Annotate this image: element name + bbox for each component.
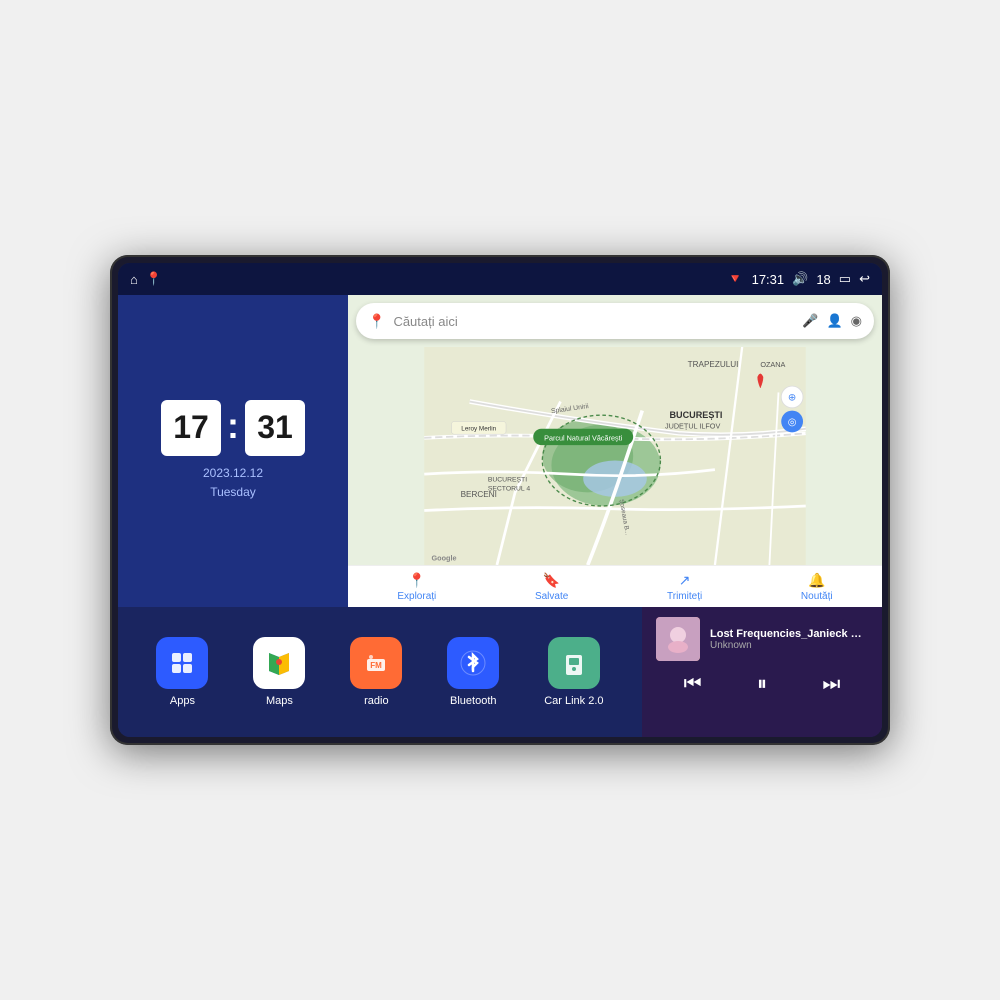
bluetooth-label: Bluetooth bbox=[450, 695, 496, 707]
maps-label: Maps bbox=[266, 695, 293, 707]
apps-label: Apps bbox=[170, 695, 195, 707]
map-nav-explore[interactable]: 📍 Explorați bbox=[397, 572, 436, 602]
news-icon: 🔔 bbox=[808, 572, 825, 589]
send-label: Trimiteți bbox=[667, 591, 702, 602]
app-item-carlink[interactable]: Car Link 2.0 bbox=[544, 637, 603, 707]
clock-minutes: 31 bbox=[245, 400, 305, 456]
music-title: Lost Frequencies_Janieck Devy-... bbox=[710, 628, 868, 640]
maps-pin-icon[interactable]: 📍 bbox=[146, 271, 162, 287]
car-head-unit: ⌂ 📍 🔻 17:31 🔊 18 ▭ ↩ 17 : bbox=[110, 255, 890, 745]
status-left: ⌂ 📍 bbox=[130, 271, 162, 287]
clock-colon: : bbox=[227, 405, 239, 447]
map-search-bar[interactable]: 📍 Căutați aici 🎤 👤 ◉ bbox=[356, 303, 874, 339]
music-meta: Lost Frequencies_Janieck Devy-... Unknow… bbox=[710, 628, 868, 651]
bottom-section: Apps Maps bbox=[118, 607, 882, 737]
music-controls: ⏮ ⏸ ⏭ bbox=[656, 669, 868, 700]
status-time: 17:31 bbox=[752, 272, 785, 287]
play-pause-button[interactable]: ⏸ bbox=[749, 669, 775, 700]
signal-icon: 🔻 bbox=[727, 271, 743, 287]
radio-label: radio bbox=[364, 695, 388, 707]
map-nav-news[interactable]: 🔔 Noutăți bbox=[801, 572, 833, 602]
battery-icon: ▭ bbox=[839, 271, 851, 287]
svg-text:Leroy Merlin: Leroy Merlin bbox=[461, 426, 496, 433]
clock-display: 17 : 31 bbox=[161, 400, 305, 456]
app-item-bluetooth[interactable]: Bluetooth bbox=[447, 637, 499, 707]
explore-icon: 📍 bbox=[408, 572, 425, 589]
explore-label: Explorați bbox=[397, 591, 436, 602]
volume-icon[interactable]: 🔊 bbox=[792, 271, 808, 287]
map-nav-send[interactable]: ↗ Trimiteți bbox=[667, 572, 702, 602]
svg-text:FM: FM bbox=[371, 661, 383, 670]
clock-hours: 17 bbox=[161, 400, 221, 456]
radio-icon-wrapper: FM bbox=[350, 637, 402, 689]
map-panel[interactable]: 📍 Căutați aici 🎤 👤 ◉ bbox=[348, 295, 882, 607]
prev-button[interactable]: ⏮ bbox=[676, 669, 710, 700]
svg-text:BUCUREȘTI: BUCUREȘTI bbox=[488, 476, 527, 483]
search-placeholder[interactable]: Căutați aici bbox=[393, 314, 794, 329]
search-actions: 🎤 👤 ◉ bbox=[802, 313, 862, 329]
music-panel: Lost Frequencies_Janieck Devy-... Unknow… bbox=[642, 607, 882, 737]
app-item-maps[interactable]: Maps bbox=[253, 637, 305, 707]
svg-text:OZANA: OZANA bbox=[760, 360, 785, 369]
app-item-apps[interactable]: Apps bbox=[156, 637, 208, 707]
carlink-label: Car Link 2.0 bbox=[544, 695, 603, 707]
back-icon[interactable]: ↩ bbox=[859, 271, 870, 287]
svg-text:BUCUREȘTI: BUCUREȘTI bbox=[670, 410, 723, 420]
news-label: Noutăți bbox=[801, 591, 833, 602]
saved-label: Salvate bbox=[535, 591, 568, 602]
bluetooth-icon-wrapper bbox=[447, 637, 499, 689]
saved-icon: 🔖 bbox=[543, 572, 560, 589]
map-view[interactable]: Parcul Natural Văcărești Leroy Merlin BU… bbox=[348, 347, 882, 565]
maps-icon-wrapper bbox=[253, 637, 305, 689]
svg-text:◎: ◎ bbox=[788, 417, 797, 428]
next-button[interactable]: ⏭ bbox=[814, 669, 848, 700]
svg-text:Parcul Natural Văcărești: Parcul Natural Văcărești bbox=[544, 434, 623, 443]
app-item-radio[interactable]: FM radio bbox=[350, 637, 402, 707]
map-nav-saved[interactable]: 🔖 Salvate bbox=[535, 572, 568, 602]
battery-level: 18 bbox=[816, 272, 830, 287]
top-section: 17 : 31 2023.12.12 Tuesday 📍 Căut bbox=[118, 295, 882, 607]
clock-panel: 17 : 31 2023.12.12 Tuesday bbox=[118, 295, 348, 607]
map-bottom-nav: 📍 Explorați 🔖 Salvate ↗ Trimiteți 🔔 bbox=[348, 565, 882, 607]
svg-text:⊕: ⊕ bbox=[788, 393, 796, 404]
account-icon[interactable]: 👤 bbox=[826, 313, 842, 329]
svg-text:Google: Google bbox=[432, 553, 457, 562]
screen: ⌂ 📍 🔻 17:31 🔊 18 ▭ ↩ 17 : bbox=[118, 263, 882, 737]
svg-text:JUDEȚUL ILFOV: JUDEȚUL ILFOV bbox=[665, 422, 720, 431]
apps-panel: Apps Maps bbox=[118, 607, 642, 737]
svg-text:SECTORUL 4: SECTORUL 4 bbox=[488, 486, 531, 493]
status-right: 🔻 17:31 🔊 18 ▭ ↩ bbox=[727, 271, 870, 287]
send-icon: ↗ bbox=[679, 572, 691, 589]
layers-icon[interactable]: ◉ bbox=[851, 313, 862, 329]
svg-text:TRAPEZULUI: TRAPEZULUI bbox=[688, 360, 739, 369]
carlink-icon-wrapper bbox=[548, 637, 600, 689]
status-bar: ⌂ 📍 🔻 17:31 🔊 18 ▭ ↩ bbox=[118, 263, 882, 295]
microphone-icon[interactable]: 🎤 bbox=[802, 313, 818, 329]
google-maps-icon: 📍 bbox=[368, 313, 385, 330]
apps-icon bbox=[156, 637, 208, 689]
main-area: 17 : 31 2023.12.12 Tuesday 📍 Căut bbox=[118, 295, 882, 737]
music-thumbnail bbox=[656, 617, 700, 661]
music-info: Lost Frequencies_Janieck Devy-... Unknow… bbox=[656, 617, 868, 661]
music-artist: Unknown bbox=[710, 640, 868, 651]
clock-date: 2023.12.12 Tuesday bbox=[203, 464, 263, 502]
home-icon[interactable]: ⌂ bbox=[130, 272, 138, 287]
